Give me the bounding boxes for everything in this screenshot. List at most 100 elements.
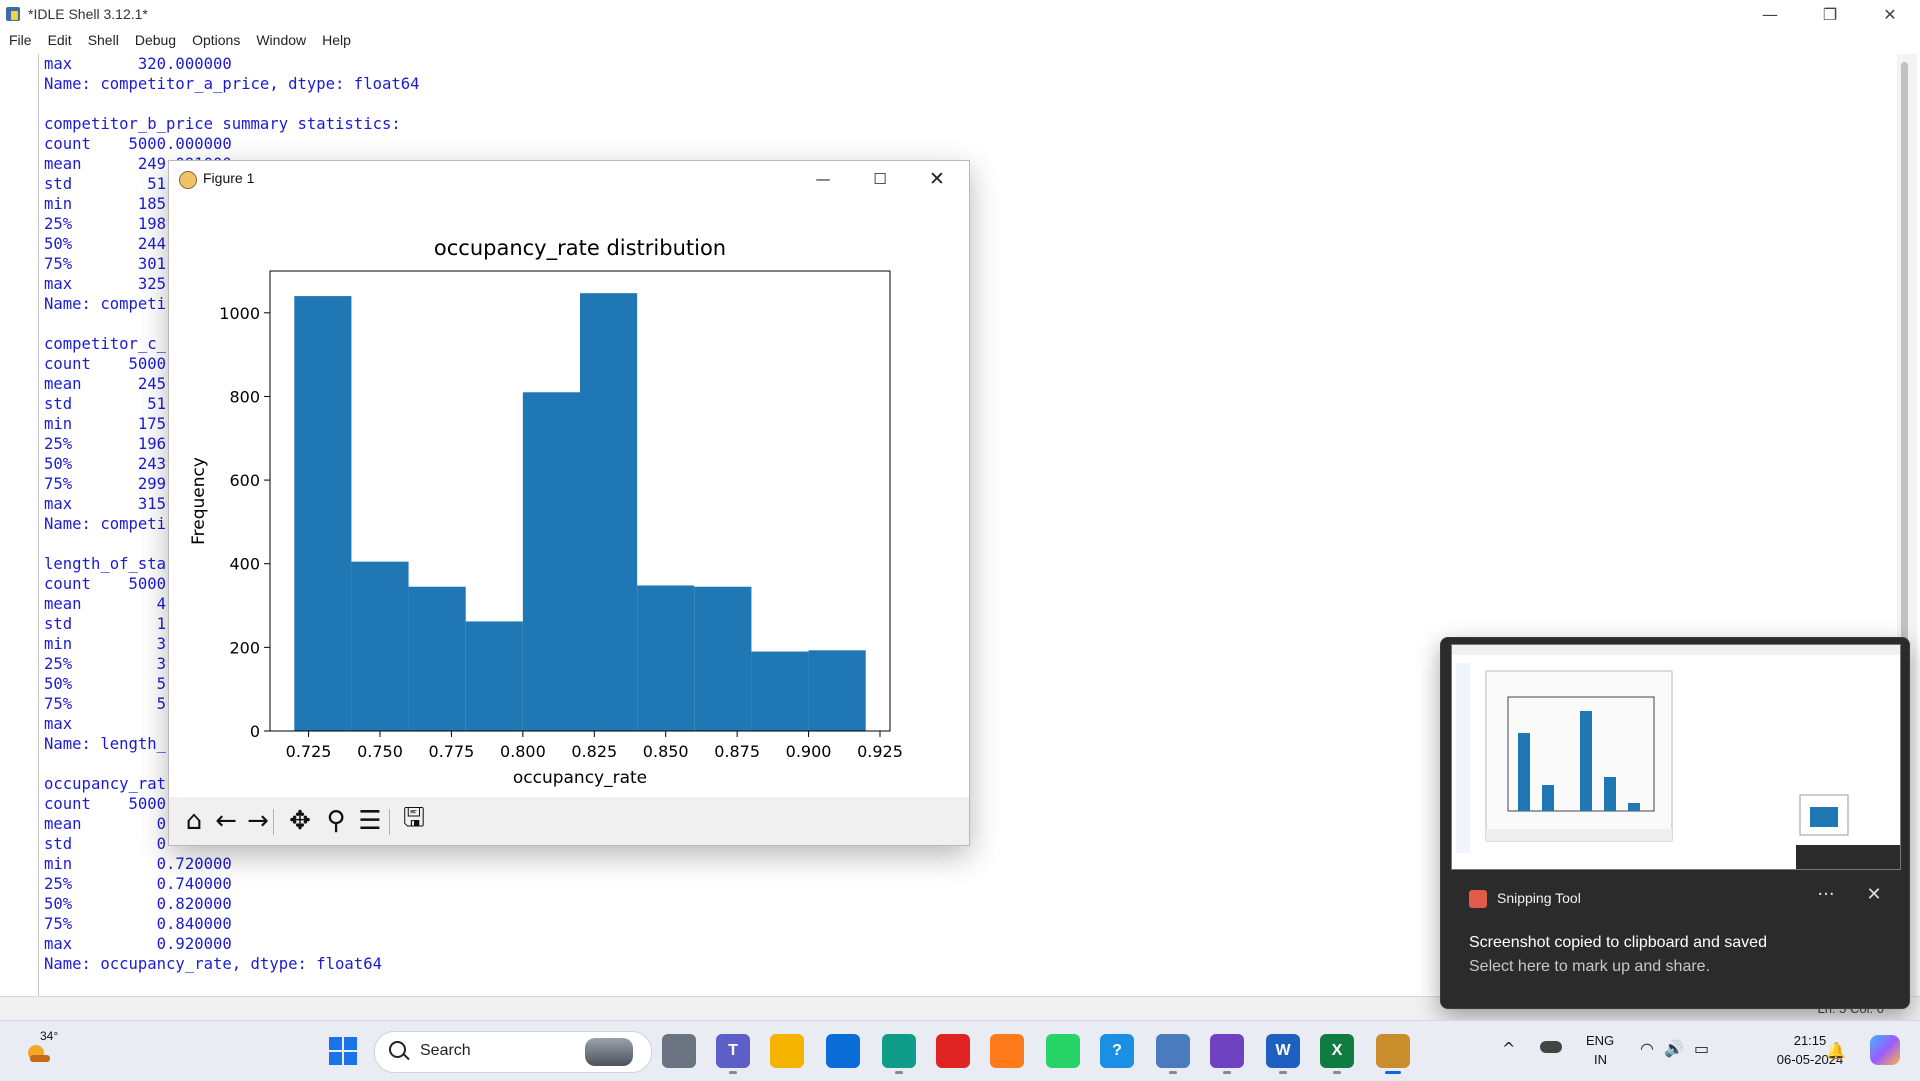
matplotlib-figure-icon[interactable] [1376,1034,1410,1068]
figure-window: Figure 1 — ☐ ✕ occupancy_rate distributi… [168,160,970,846]
word-icon[interactable]: W [1266,1034,1300,1068]
save-icon[interactable]: 🖫 [399,803,429,836]
histogram-bar [351,561,409,731]
copilot-icon[interactable] [1870,1035,1900,1065]
microsoft-store-icon[interactable] [826,1034,860,1068]
file-explorer-icon[interactable] [770,1034,804,1068]
screenshot-thumbnail [1452,645,1900,869]
x-tick-label: 0.900 [786,742,832,761]
notification-close-button[interactable]: ✕ [1859,884,1889,905]
task-view-icon[interactable] [662,1034,696,1068]
menu-file[interactable]: File [0,28,39,54]
histogram-bar [580,293,638,731]
histogram-bar [637,585,695,731]
x-axis-label: occupancy_rate [513,768,647,788]
wifi-icon[interactable]: ◠ [1640,1039,1654,1058]
notifications-bell-icon[interactable]: 🔔 [1826,1041,1846,1060]
zoom-icon[interactable]: ⚲ [321,806,351,836]
search-label: Search [420,1042,471,1059]
x-tick-label: 0.825 [571,742,617,761]
matplotlib-icon [179,171,197,189]
menu-edit[interactable]: Edit [39,28,79,54]
shell-output-line: count 5000.000000 [44,135,232,153]
configure-subplots-icon[interactable]: ☰ [355,806,385,836]
snipping-tool-notification[interactable]: Snipping Tool ··· ✕ Screenshot copied to… [1440,637,1910,1009]
figure-close-button[interactable]: ✕ [909,161,965,197]
shell-output-line: competitor_b_price summary statistics: [44,115,401,133]
shell-output-line: max 320.000000 [44,55,232,73]
y-tick-label: 800 [229,387,260,406]
y-tick-label: 200 [229,638,260,657]
chart-title: occupancy_rate distribution [434,236,726,261]
taskbar-search[interactable]: Search [374,1031,652,1073]
x-tick-label: 0.725 [286,742,332,761]
x-tick-label: 0.775 [429,742,475,761]
figure-canvas[interactable]: occupancy_rate distribution 0.725 0.750 0.… [169,197,969,797]
onedrive-cloud-icon[interactable] [1540,1041,1562,1053]
notification-app-name: Snipping Tool [1497,890,1581,906]
y-tick-label: 600 [229,471,260,490]
menu-bar: File Edit Shell Debug Options Window Hel… [0,28,1920,54]
toolbar-separator [389,809,390,835]
x-tick-label: 0.875 [714,742,760,761]
y-tick-label: 1000 [219,304,260,323]
battery-icon[interactable]: ▭ [1694,1039,1709,1058]
menu-options[interactable]: Options [183,28,247,54]
running-indicator [1223,1071,1231,1074]
whatsapp-icon[interactable] [1046,1034,1080,1068]
language-region[interactable]: IN [1594,1052,1607,1067]
notification-message: Screenshot copied to clipboard and saved [1469,934,1767,951]
menu-help[interactable]: Help [313,28,358,54]
running-indicator [1279,1071,1287,1074]
shell-output-line: Name: competitor_a_price, dtype: float64 [44,75,420,93]
forward-icon[interactable]: → [243,806,273,836]
start-button[interactable] [326,1034,360,1068]
window-title: *IDLE Shell 3.12.1* [28,6,148,22]
back-icon[interactable]: ← [211,806,241,836]
figure-maximize-button[interactable]: ☐ [852,161,908,197]
running-indicator [1385,1071,1401,1074]
running-indicator [729,1071,737,1074]
figure-minimize-button[interactable]: — [795,161,851,197]
histogram-bar [522,392,580,731]
language-indicator[interactable]: ENG [1586,1033,1614,1048]
firefox-icon[interactable] [990,1034,1024,1068]
show-hidden-icons-chevron[interactable]: ^ [1502,1039,1515,1058]
x-tick-label: 0.800 [500,742,546,761]
menu-window[interactable]: Window [247,28,313,54]
histogram-bars [294,293,866,731]
pan-icon[interactable]: ✥ [285,806,315,836]
x-axis-ticks: 0.725 0.750 0.775 0.800 0.825 0.850 0.875 0.900… [286,731,903,761]
histogram-bar [294,296,352,731]
menu-shell[interactable]: Shell [79,28,126,54]
figure-title: Figure 1 [203,170,255,186]
menu-debug[interactable]: Debug [126,28,183,54]
idle-app-icon [6,7,20,21]
minimize-button[interactable]: — [1740,0,1800,28]
excel-icon[interactable]: X [1320,1034,1354,1068]
idle-title-bar: *IDLE Shell 3.12.1* — ❐ ✕ [0,0,1920,28]
histogram-bar [465,621,523,731]
running-indicator [1333,1071,1341,1074]
close-button[interactable]: ✕ [1860,0,1920,28]
search-icon [389,1041,406,1058]
restore-button[interactable]: ❐ [1800,0,1860,28]
help-icon[interactable]: ? [1100,1034,1134,1068]
home-icon[interactable]: ⌂ [179,806,209,836]
app-red-diamond-icon[interactable] [936,1034,970,1068]
github-icon[interactable] [1210,1034,1244,1068]
histogram-bar [751,651,809,731]
notification-subtext: Select here to mark up and share. [1469,958,1711,975]
python-file-icon[interactable] [1156,1034,1190,1068]
figure-title-bar[interactable]: Figure 1 — ☐ ✕ [169,161,969,197]
y-tick-label: 0 [250,722,260,741]
histogram-bar [694,586,752,731]
volume-icon[interactable]: 🔊 [1664,1039,1684,1058]
notification-more-button[interactable]: ··· [1811,884,1841,905]
teams-icon[interactable]: T [716,1034,750,1068]
histogram-bar [408,586,466,731]
edge-icon[interactable] [882,1034,916,1068]
screenshot-preview[interactable] [1451,644,1901,870]
running-indicator [1169,1071,1177,1074]
y-axis-label: Frequency [189,457,209,545]
